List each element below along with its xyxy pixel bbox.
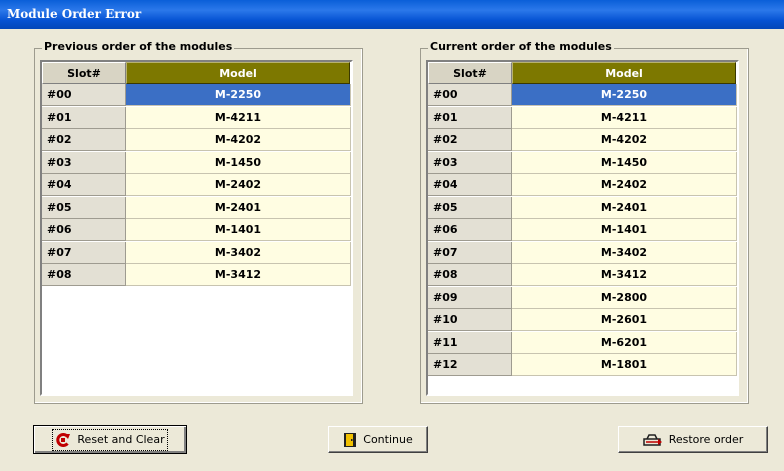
slot-cell[interactable]: #08 <box>42 264 126 286</box>
slot-cell[interactable]: #05 <box>428 196 512 219</box>
model-cell[interactable]: M-4211 <box>126 106 351 129</box>
restore-order-button[interactable]: Restore order <box>618 426 768 453</box>
previous-order-group: Previous order of the modules Slot# Mode… <box>34 40 363 404</box>
slot-cell[interactable]: #04 <box>42 174 126 196</box>
model-cell[interactable]: M-4202 <box>126 129 351 151</box>
slot-cell[interactable]: #01 <box>42 106 126 129</box>
model-cell[interactable]: M-3402 <box>512 241 737 264</box>
slot-cell[interactable]: #12 <box>428 354 512 376</box>
dialog-body: Previous order of the modules Slot# Mode… <box>4 29 780 467</box>
slot-cell[interactable]: #01 <box>428 106 512 129</box>
reset-button-content: Reset and Clear <box>52 428 168 451</box>
model-cell[interactable]: M-1450 <box>126 151 351 174</box>
model-column-header[interactable]: Model <box>126 62 350 84</box>
previous-order-label: Previous order of the modules <box>42 40 235 53</box>
continue-button[interactable]: Continue <box>328 426 428 453</box>
model-cell[interactable]: M-3402 <box>126 241 351 264</box>
model-cell[interactable]: M-1801 <box>512 354 737 376</box>
model-cell[interactable]: M-3412 <box>512 264 737 286</box>
door-icon <box>344 432 357 447</box>
slot-cell[interactable]: #07 <box>42 241 126 264</box>
model-cell[interactable]: M-2800 <box>512 286 737 309</box>
model-cell[interactable]: M-3412 <box>126 264 351 286</box>
restore-icon <box>642 433 662 446</box>
slot-cell[interactable]: #11 <box>428 331 512 354</box>
slot-cell[interactable]: #00 <box>428 84 512 106</box>
model-cell[interactable]: M-4202 <box>512 129 737 151</box>
title-bar[interactable]: Module Order Error <box>0 0 784 29</box>
model-cell[interactable]: M-2250 <box>126 84 351 106</box>
slot-cell[interactable]: #09 <box>428 286 512 309</box>
current-order-label: Current order of the modules <box>428 40 614 53</box>
slot-cell[interactable]: #06 <box>428 219 512 241</box>
slot-cell[interactable]: #06 <box>42 219 126 241</box>
slot-cell[interactable]: #03 <box>428 151 512 174</box>
model-cell[interactable]: M-4211 <box>512 106 737 129</box>
slot-column-header[interactable]: Slot# <box>42 62 126 84</box>
model-cell[interactable]: M-6201 <box>512 331 737 354</box>
continue-button-label: Continue <box>363 433 413 446</box>
reset-button-label: Reset and Clear <box>77 433 165 446</box>
reset-icon <box>56 432 71 447</box>
model-cell[interactable]: M-2402 <box>126 174 351 196</box>
restore-button-label: Restore order <box>668 433 744 446</box>
model-cell[interactable]: M-2601 <box>512 309 737 331</box>
model-cell[interactable]: M-2402 <box>512 174 737 196</box>
model-cell[interactable]: M-1450 <box>512 151 737 174</box>
model-cell[interactable]: M-1401 <box>126 219 351 241</box>
model-cell[interactable]: M-2250 <box>512 84 737 106</box>
previous-order-grid[interactable]: Slot# Model #00 M-2250 #01 M-4211 #02 M-4202 #… <box>40 60 353 396</box>
slot-cell[interactable]: #07 <box>428 241 512 264</box>
slot-cell[interactable]: #02 <box>42 129 126 151</box>
slot-cell[interactable]: #03 <box>42 151 126 174</box>
current-order-group: Current order of the modules Slot# Model… <box>420 40 749 404</box>
model-cell[interactable]: M-2401 <box>512 196 737 219</box>
slot-cell[interactable]: #05 <box>42 196 126 219</box>
slot-cell[interactable]: #10 <box>428 309 512 331</box>
slot-cell[interactable]: #04 <box>428 174 512 196</box>
model-column-header[interactable]: Model <box>512 62 736 84</box>
model-cell[interactable]: M-1401 <box>512 219 737 241</box>
slot-column-header[interactable]: Slot# <box>428 62 512 84</box>
model-cell[interactable]: M-2401 <box>126 196 351 219</box>
reset-and-clear-button[interactable]: Reset and Clear <box>33 425 187 454</box>
window-title: Module Order Error <box>7 7 142 21</box>
current-order-grid[interactable]: Slot# Model #00 M-2250 #01 M-4211 #02 M-4202 #… <box>426 60 739 396</box>
slot-cell[interactable]: #00 <box>42 84 126 106</box>
slot-cell[interactable]: #08 <box>428 264 512 286</box>
slot-cell[interactable]: #02 <box>428 129 512 151</box>
